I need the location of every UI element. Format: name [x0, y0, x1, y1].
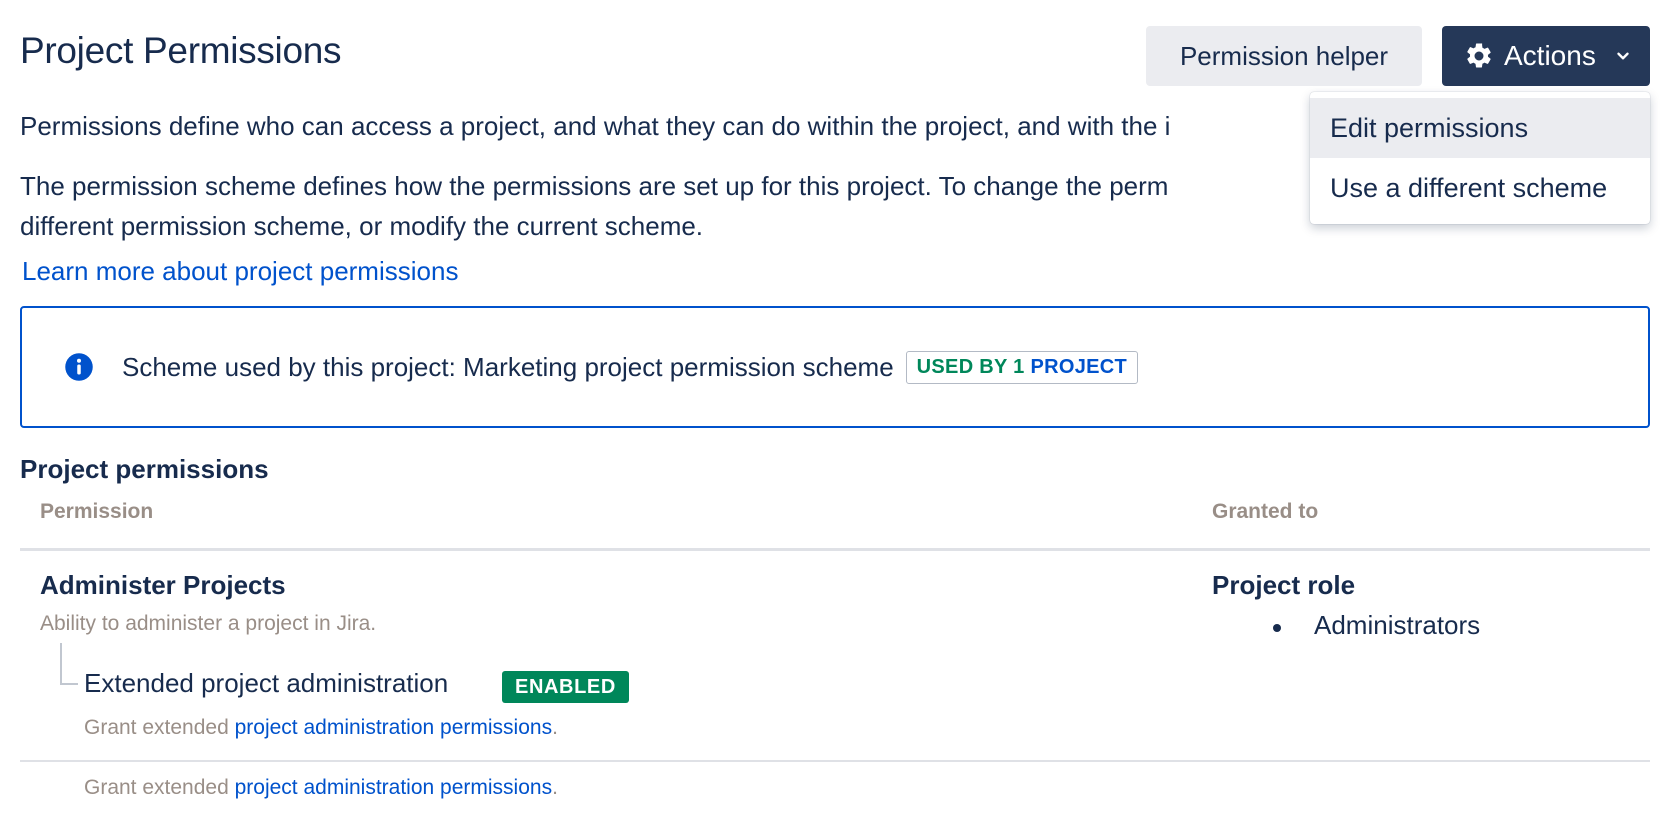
permission-description: Ability to administer a project in Jira.: [40, 612, 377, 635]
project-admin-permissions-link[interactable]: project administration permissions: [235, 716, 552, 739]
grant-prefix: Grant extended: [84, 716, 229, 739]
actions-dropdown-menu: Edit permissions Use a different scheme: [1310, 92, 1650, 224]
granted-to-type: Project role: [1212, 570, 1356, 600]
grant-description: Grant extended project administration pe…: [84, 716, 558, 740]
page-title: Project Permissions: [20, 30, 342, 71]
row-divider: [20, 760, 1650, 762]
scheme-info-text: Scheme used by this project: Marketing p…: [122, 351, 894, 382]
project-admin-permissions-link[interactable]: project administration permissions: [235, 776, 552, 799]
grant-prefix: Grant extended: [84, 776, 229, 799]
scheme-info-panel: Scheme used by this project: Marketing p…: [20, 306, 1650, 428]
list-bullet: [1273, 624, 1281, 632]
info-icon: [64, 352, 94, 382]
grant-suffix: .: [552, 716, 558, 739]
tree-connector: [60, 643, 78, 685]
grant-description-repeat: Grant extended project administration pe…: [84, 776, 558, 800]
menu-item-edit-permissions[interactable]: Edit permissions: [1310, 98, 1650, 158]
gear-icon: [1464, 41, 1494, 71]
chevron-down-icon: [1614, 47, 1632, 65]
table-header-divider: [20, 548, 1650, 551]
intro-paragraph: Permissions define who can access a proj…: [20, 111, 1171, 141]
granted-to-value: Administrators: [1314, 610, 1481, 640]
scheme-paragraph-line-2: different permission scheme, or modify t…: [20, 211, 704, 241]
permission-name: Administer Projects: [40, 570, 286, 600]
actions-button-label: Actions: [1504, 40, 1596, 71]
permission-helper-button[interactable]: Permission helper: [1146, 26, 1422, 86]
used-by-badge: USED BY 1 PROJECT: [905, 350, 1139, 384]
sub-permission-name: Extended project administration: [84, 668, 449, 698]
used-by-badge-count: USED BY 1: [916, 355, 1025, 378]
scheme-paragraph-line-1: The permission scheme defines how the pe…: [20, 171, 1169, 201]
column-header-permission: Permission: [40, 500, 154, 523]
actions-button[interactable]: Actions: [1442, 26, 1650, 86]
grant-suffix: .: [552, 776, 558, 799]
section-title: Project permissions: [20, 454, 269, 484]
used-by-badge-unit: PROJECT: [1030, 355, 1128, 378]
column-header-granted-to: Granted to: [1212, 500, 1319, 523]
project-permissions-page: Project Permissions Permission helper Ac…: [0, 0, 1664, 817]
enabled-status-badge: ENABLED: [502, 671, 629, 703]
menu-item-use-different-scheme[interactable]: Use a different scheme: [1310, 158, 1650, 218]
learn-more-link[interactable]: Learn more about project permissions: [22, 256, 458, 287]
